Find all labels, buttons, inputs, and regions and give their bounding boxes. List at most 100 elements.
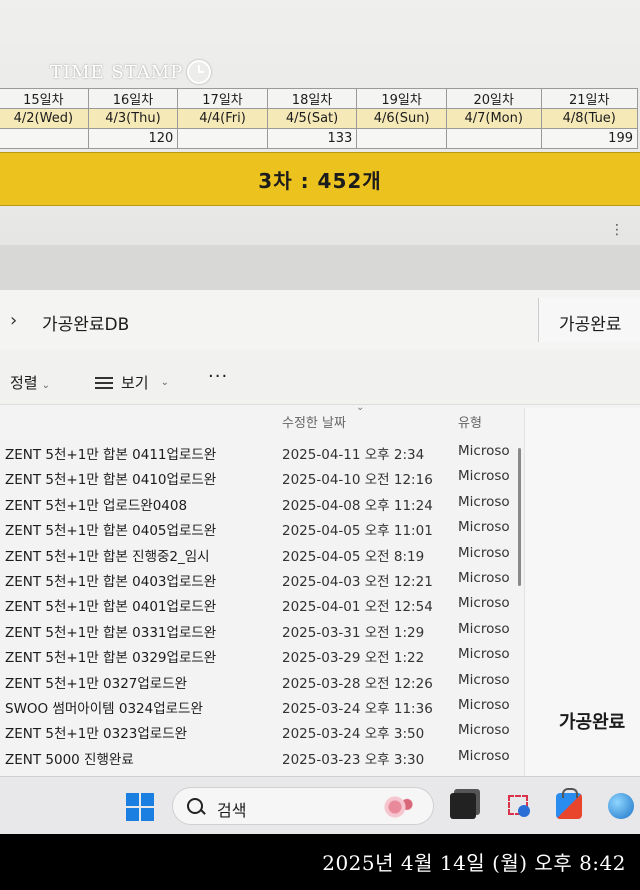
file-date: 2025-04-08 오후 11:24	[282, 497, 433, 514]
file-type: Microso	[458, 646, 510, 663]
value-cell[interactable]	[445, 128, 542, 149]
file-type: Microso	[458, 696, 510, 713]
date-cell[interactable]: 4/3(Thu)	[87, 108, 179, 129]
date-cell[interactable]: 4/5(Sat)	[266, 108, 358, 129]
file-row[interactable]: ZENT 5천+1만 합본 0403업로드완 2025-04-03 오전 12:2…	[0, 567, 520, 592]
chevron-down-icon: ⌄	[160, 377, 169, 388]
file-row[interactable]: ZENT 5천+1만 0327업로드완 2025-03-28 오전 12:26 Mi…	[0, 669, 520, 694]
microsoft-store-icon[interactable]	[556, 788, 582, 819]
watermark-text: TIME STAMP	[50, 61, 184, 83]
view-button[interactable]: 보기 ⌄	[95, 372, 169, 393]
file-type: Microso	[458, 747, 510, 764]
day-cell[interactable]: 16일차	[87, 88, 179, 109]
file-name: ZENT 5천+1만 합본 0403업로드완	[5, 573, 217, 590]
date-cell[interactable]: 4/4(Fri)	[177, 108, 268, 129]
search-icon	[187, 798, 203, 814]
file-type: Microso	[458, 671, 510, 688]
sort-button[interactable]: 정렬 ⌄	[10, 372, 50, 393]
blossom-highlight-icon	[379, 794, 419, 820]
more-options-button[interactable]: ···	[208, 366, 228, 387]
total-banner[interactable]: 3차 : 452개	[0, 152, 640, 206]
chevron-right-icon[interactable]: ›	[10, 310, 17, 331]
task-view-icon[interactable]	[450, 793, 476, 819]
value-cell[interactable]	[177, 128, 268, 149]
file-type: Microso	[458, 493, 510, 510]
file-type: Microso	[458, 620, 510, 637]
side-breadcrumb[interactable]: 가공완료	[538, 298, 640, 342]
file-name: ZENT 5천+1만 합본 0411업로드완	[5, 447, 217, 463]
file-date: 2025-03-23 오후 3:30	[282, 751, 425, 768]
file-name: ZENT 5000 진행완료	[5, 751, 134, 768]
file-date: 2025-04-05 오전 8:19	[282, 548, 425, 565]
file-name: SWOO 썸머아이템 0324업로드완	[5, 700, 203, 717]
schedule-grid: 15일차 16일차 17일차 18일차 19일차 20일차 21일차 4/2(W…	[0, 88, 638, 149]
chevron-down-icon: ⌄	[41, 380, 50, 391]
date-cell[interactable]: 4/2(Wed)	[0, 108, 89, 129]
value-cell[interactable]: 120	[87, 128, 179, 149]
search-label: 검색	[217, 801, 247, 820]
column-date-modified[interactable]: 수정한 날짜	[282, 412, 346, 431]
day-cell[interactable]: 18일차	[266, 88, 358, 109]
date-cell[interactable]: 4/6(Sun)	[356, 108, 447, 129]
details-title: 가공완료	[559, 712, 626, 733]
file-date: 2025-03-28 오전 12:26	[282, 675, 433, 692]
file-list: ZENT 5천+1만 합본 0411업로드완 2025-04-11 오후 2:34…	[0, 440, 520, 770]
value-row: 120 133 199	[0, 128, 638, 149]
column-type[interactable]: 유형	[458, 412, 482, 431]
file-row[interactable]: ZENT 5천+1만 0323업로드완 2025-03-24 오후 3:50 Mic…	[0, 719, 520, 744]
file-row[interactable]: ZENT 5천+1만 합본 0331업로드완 2025-03-31 오전 1:29…	[0, 618, 520, 643]
vertical-scrollbar[interactable]	[518, 448, 521, 586]
value-cell[interactable]	[0, 128, 89, 149]
timestamp-text: 2025년 4월 14일 (월) 오후 8:42	[322, 851, 626, 875]
browser-globe-icon[interactable]	[608, 793, 634, 819]
file-type: Microso	[458, 468, 510, 485]
file-date: 2025-04-03 오전 12:21	[282, 573, 433, 590]
kebab-menu-icon[interactable]: ⋮	[610, 222, 624, 238]
file-row[interactable]: ZENT 5천+1만 업로드완0408 2025-04-08 오후 11:24 Mi…	[0, 491, 520, 516]
file-name: ZENT 5천+1만 업로드완0408	[5, 497, 188, 514]
file-row[interactable]: SWOO 썸머아이템 0324업로드완 2025-03-24 오후 11:36 Mi…	[0, 694, 520, 719]
day-cell[interactable]: 20일차	[445, 88, 542, 109]
file-date: 2025-04-11 오후 2:34	[282, 447, 425, 463]
taskbar: 검색	[0, 776, 640, 835]
file-row[interactable]: ZENT 5천+1만 합본 0405업로드완 2025-04-05 오후 11:0…	[0, 516, 520, 541]
file-row[interactable]: ZENT 5천+1만 합본 0411업로드완 2025-04-11 오후 2:34…	[0, 440, 520, 465]
date-cell[interactable]: 4/7(Mon)	[445, 108, 542, 129]
view-label: 보기	[121, 374, 149, 392]
file-type: Microso	[458, 519, 510, 536]
file-date: 2025-04-01 오전 12:54	[282, 599, 433, 616]
day-cell[interactable]: 21일차	[540, 88, 638, 109]
file-row[interactable]: ZENT 5000 진행완료 2025-03-23 오후 3:30 Microso	[0, 745, 520, 770]
file-name: ZENT 5천+1만 합본 진행중2_임시	[5, 548, 210, 565]
view-lines-icon	[95, 376, 113, 389]
day-row: 15일차 16일차 17일차 18일차 19일차 20일차 21일차	[0, 88, 638, 109]
file-row[interactable]: ZENT 5천+1만 합본 진행중2_임시 2025-04-05 오전 8:19 M…	[0, 542, 520, 567]
file-date: 2025-04-10 오전 12:16	[282, 472, 433, 489]
file-date: 2025-03-24 오후 3:50	[282, 726, 425, 743]
file-row[interactable]: ZENT 5천+1만 합본 0329업로드완 2025-03-29 오전 1:22…	[0, 643, 520, 668]
value-cell[interactable]: 133	[266, 128, 358, 149]
file-row[interactable]: ZENT 5천+1만 합본 0401업로드완 2025-04-01 오전 12:5…	[0, 592, 520, 617]
day-cell[interactable]: 15일차	[0, 88, 89, 109]
day-cell[interactable]: 19일차	[356, 88, 447, 109]
taskbar-search-box[interactable]: 검색	[172, 787, 434, 825]
details-pane: 가공완료	[524, 408, 640, 776]
date-row: 4/2(Wed) 4/3(Thu) 4/4(Fri) 4/5(Sat) 4/6(…	[0, 108, 638, 129]
day-cell[interactable]: 17일차	[177, 88, 268, 109]
file-row[interactable]: ZENT 5천+1만 합본 0410업로드완 2025-04-10 오전 12:1…	[0, 465, 520, 490]
file-date: 2025-03-31 오전 1:29	[282, 624, 425, 641]
windows-start-icon[interactable]	[126, 793, 154, 821]
file-name: ZENT 5천+1만 0327업로드완	[5, 675, 188, 692]
file-type: Microso	[458, 569, 510, 586]
value-cell[interactable]	[356, 128, 447, 149]
value-cell[interactable]: 199	[540, 128, 638, 149]
file-date: 2025-03-29 오전 1:22	[282, 650, 425, 667]
command-bar: 정렬 ⌄ 보기 ⌄ ···	[0, 350, 640, 405]
clock-icon	[187, 60, 212, 84]
snipping-tool-icon[interactable]	[506, 793, 532, 819]
timestamp-bar: 2025년 4월 14일 (월) 오후 8:42	[0, 834, 640, 890]
spreadsheet-area: TIME STAMP 15일차 16일차 17일차 18일차 19일차 20일차…	[0, 0, 640, 245]
file-name: ZENT 5천+1만 합본 0405업로드완	[5, 523, 217, 540]
breadcrumb-folder[interactable]: 가공완료DB	[42, 310, 129, 335]
date-cell[interactable]: 4/8(Tue)	[540, 108, 638, 129]
